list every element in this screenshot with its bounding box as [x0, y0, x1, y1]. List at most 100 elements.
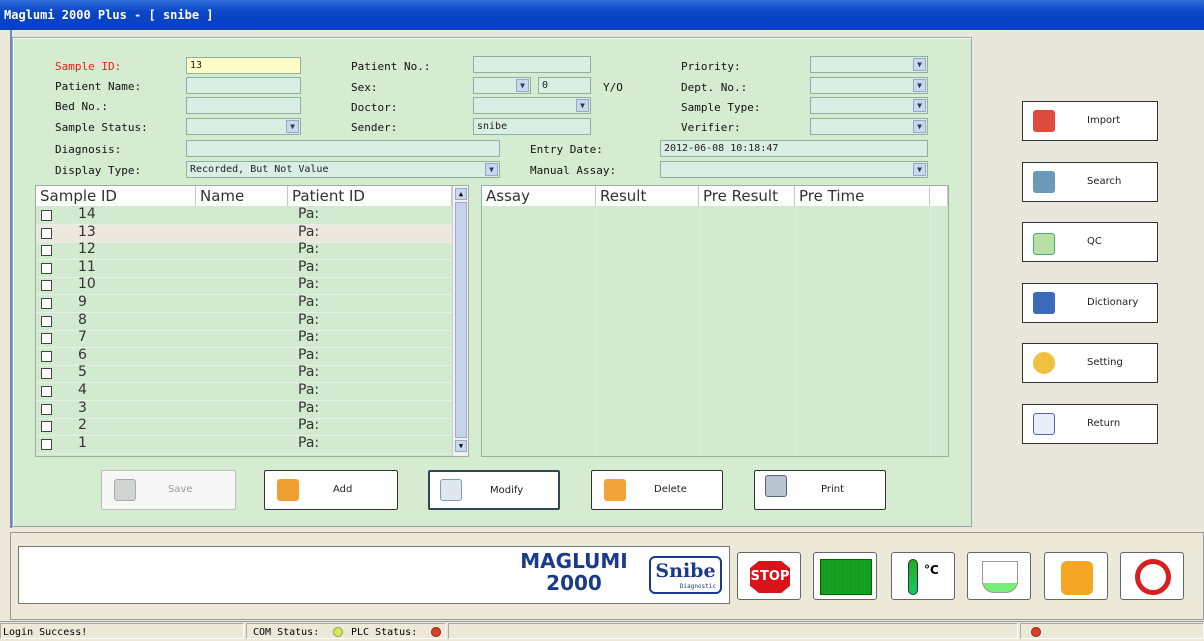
- sample-status-select[interactable]: ▼: [186, 118, 301, 135]
- scroll-up-icon[interactable]: ▲: [455, 188, 467, 200]
- scroll-thumb[interactable]: [455, 202, 467, 438]
- sample-table[interactable]: Sample ID Name Patient ID ▲ ▼ 14 Pa: 13 Pa:…: [35, 185, 469, 457]
- reagent-grid-icon: [820, 559, 872, 595]
- sample-id-cell: 8: [78, 311, 87, 328]
- print-button[interactable]: Print: [754, 470, 886, 510]
- row-checkbox[interactable]: [41, 280, 52, 292]
- table-row[interactable]: 1 Pa:: [36, 434, 452, 454]
- row-checkbox[interactable]: [41, 421, 52, 433]
- table-row[interactable]: 4 Pa:: [36, 382, 452, 401]
- table-row[interactable]: 8 Pa:: [36, 311, 452, 331]
- chevron-down-icon: ▼: [516, 79, 529, 92]
- row-checkbox[interactable]: [41, 386, 52, 397]
- display-type-select[interactable]: Recorded, But Not Value ▼: [186, 161, 500, 178]
- row-checkbox[interactable]: [41, 245, 52, 257]
- sample-status-label: Sample Status:: [55, 121, 148, 134]
- table-row[interactable]: 7 Pa:: [36, 329, 452, 349]
- sender-input[interactable]: snibe: [473, 118, 591, 135]
- sample-type-select[interactable]: ▼: [810, 97, 928, 114]
- status-bar: Login Success! COM Status: PLC Status:: [0, 621, 1204, 639]
- diagnosis-input[interactable]: [186, 140, 500, 157]
- return-button[interactable]: Return: [1022, 404, 1158, 444]
- save-button[interactable]: Save: [101, 470, 236, 510]
- delete-button[interactable]: Delete: [591, 470, 723, 510]
- col-header-patient-id[interactable]: Patient ID: [288, 186, 452, 206]
- table-row[interactable]: 5 Pa:: [36, 364, 452, 384]
- table-row[interactable]: 10 Pa:: [36, 276, 452, 296]
- stop-button[interactable]: STOP: [737, 552, 801, 600]
- row-checkbox[interactable]: [41, 210, 52, 221]
- priority-label: Priority:: [681, 60, 741, 73]
- table-row[interactable]: 9 Pa:: [36, 294, 452, 313]
- row-checkbox[interactable]: [41, 298, 52, 309]
- sample-id-cell: 4: [78, 382, 87, 398]
- table-row[interactable]: 3 Pa:: [36, 400, 452, 419]
- patient-id-cell: Pa:: [298, 241, 320, 258]
- sample-id-input[interactable]: 13: [186, 57, 301, 74]
- patient-name-label: Patient Name:: [55, 80, 142, 93]
- entry-date-input[interactable]: 2012-06-08 10:18:47: [660, 140, 928, 157]
- col-header-sample-id[interactable]: Sample ID: [36, 186, 196, 206]
- table-row[interactable]: 11 Pa:: [36, 259, 452, 278]
- row-checkbox[interactable]: [41, 315, 52, 327]
- scroll-down-icon[interactable]: ▼: [455, 440, 467, 452]
- scrollbar[interactable]: ▲ ▼: [452, 186, 468, 456]
- doctor-select[interactable]: ▼: [473, 97, 591, 114]
- window-title: Maglumi 2000 Plus - [ snibe ]: [0, 0, 1204, 30]
- result-table[interactable]: Assay Result Pre Result Pre Time: [481, 185, 949, 457]
- col-header-pre-result[interactable]: Pre Result: [699, 186, 795, 206]
- import-button[interactable]: Import: [1022, 101, 1158, 141]
- row-checkbox[interactable]: [41, 350, 52, 362]
- verifier-select[interactable]: ▼: [810, 118, 928, 135]
- chevron-down-icon: ▼: [286, 120, 299, 133]
- add-button[interactable]: Add: [264, 470, 398, 510]
- doctor-label: Doctor:: [351, 101, 398, 114]
- sample-type-label: Sample Type:: [681, 101, 761, 114]
- sample-id-cell: 9: [78, 294, 87, 310]
- row-checkbox[interactable]: [41, 227, 52, 239]
- power-icon: [1135, 559, 1171, 595]
- patient-id-cell: Pa:: [298, 417, 320, 434]
- col-divider: [795, 206, 796, 456]
- qc-button[interactable]: QC: [1022, 222, 1158, 262]
- status-cell: [448, 623, 1018, 639]
- table-row[interactable]: 13 Pa:: [36, 224, 452, 243]
- sample-id-label: Sample ID:: [55, 60, 122, 73]
- patient-name-input[interactable]: [186, 77, 301, 94]
- col-header-name[interactable]: Name: [196, 186, 288, 206]
- manual-assay-select[interactable]: ▼: [660, 161, 928, 178]
- dictionary-button[interactable]: Dictionary: [1022, 283, 1158, 323]
- lock-button[interactable]: [1044, 552, 1108, 600]
- row-checkbox[interactable]: [41, 333, 52, 345]
- reagent-grid-button[interactable]: [813, 552, 877, 600]
- patient-id-cell: Pa:: [298, 434, 320, 451]
- patient-id-cell: Pa:: [298, 294, 320, 310]
- patient-id-cell: Pa:: [298, 346, 320, 363]
- priority-select[interactable]: ▼: [810, 56, 928, 73]
- row-checkbox[interactable]: [41, 403, 52, 415]
- table-row[interactable]: 2 Pa:: [36, 417, 452, 437]
- row-checkbox[interactable]: [41, 368, 52, 380]
- row-checkbox[interactable]: [41, 438, 52, 450]
- age-input[interactable]: 0: [538, 77, 591, 94]
- col-divider: [596, 206, 597, 456]
- power-button[interactable]: [1120, 552, 1184, 600]
- table-row[interactable]: 14 Pa:: [36, 206, 452, 225]
- temperature-button[interactable]: °C: [891, 552, 955, 600]
- bed-no-input[interactable]: [186, 97, 301, 114]
- col-header-assay[interactable]: Assay: [482, 186, 596, 206]
- setting-button[interactable]: Setting: [1022, 343, 1158, 383]
- dept-no-select[interactable]: ▼: [810, 77, 928, 94]
- sample-id-cell: 10: [78, 276, 96, 293]
- table-row[interactable]: 6 Pa:: [36, 346, 452, 366]
- sex-select[interactable]: ▼: [473, 77, 531, 94]
- patient-no-input[interactable]: [473, 56, 591, 73]
- col-header-pre-time[interactable]: Pre Time: [795, 186, 930, 206]
- return-icon: [1033, 413, 1055, 435]
- substrate-button[interactable]: [967, 552, 1031, 600]
- table-row[interactable]: 12 Pa:: [36, 241, 452, 261]
- modify-button[interactable]: Modify: [428, 470, 560, 510]
- col-header-result[interactable]: Result: [596, 186, 699, 206]
- row-checkbox[interactable]: [41, 262, 52, 274]
- search-button[interactable]: Search: [1022, 162, 1158, 202]
